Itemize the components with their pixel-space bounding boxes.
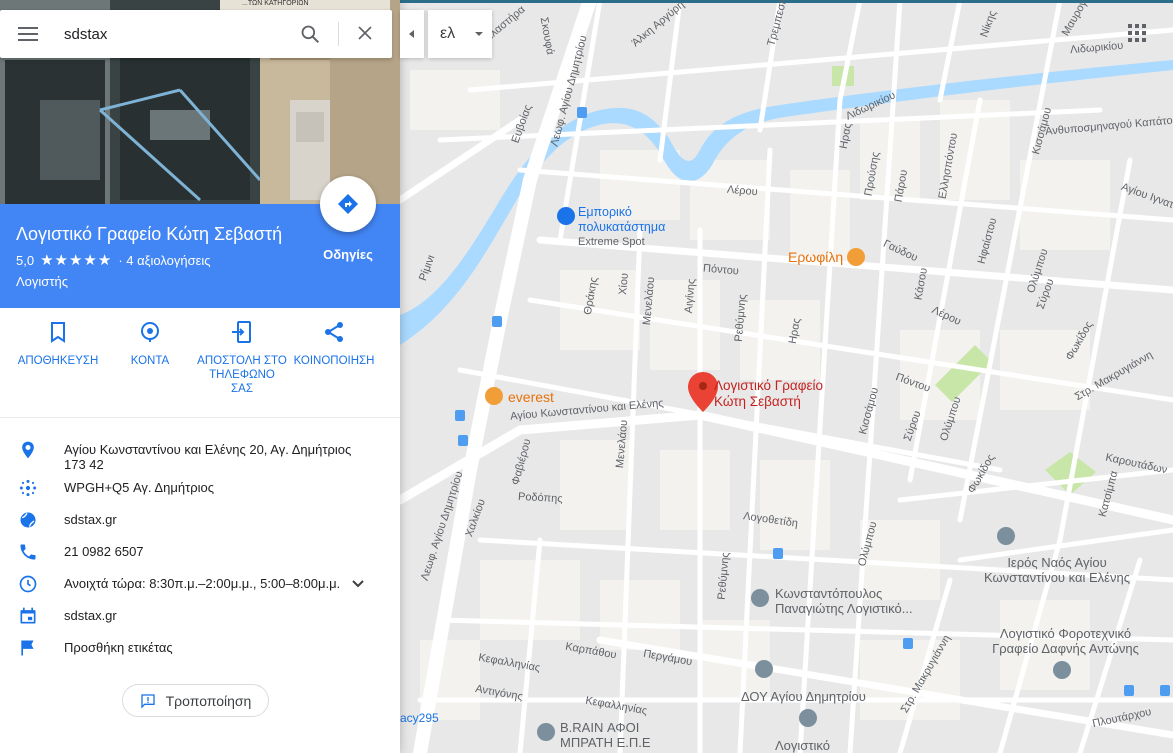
- poi-erofili-label[interactable]: Ερωφίλη: [788, 250, 843, 265]
- language-selector[interactable]: ελ: [428, 10, 492, 58]
- menu-link[interactable]: sdstax.gr: [64, 608, 117, 623]
- send-to-phone-icon: [232, 321, 251, 343]
- phone-icon: [20, 544, 36, 560]
- suggest-edit-label: Τροποποίηση: [165, 692, 252, 709]
- share-label: ΚΟΙΝΟΠΟΙΗΣΗ: [293, 355, 375, 367]
- search-input[interactable]: [64, 24, 284, 44]
- address-line2: 173 42: [64, 457, 104, 472]
- place-panel: ...ΤΩΝ ΚΑΤΗΓΟΡΙΩΝ Λογιστικό Γραφείο Κώτη…: [0, 0, 400, 753]
- search-divider: [338, 22, 339, 46]
- poi-logistiko-label[interactable]: Λογιστικό: [775, 738, 830, 753]
- hamburger-menu-icon[interactable]: [18, 26, 38, 42]
- nearby-label: ΚΟΝΤΑ: [130, 355, 170, 367]
- rating-row[interactable]: 5,0 ★★★★★ · 4 αξιολογήσεις: [16, 251, 211, 269]
- plus-code-icon: [19, 479, 37, 497]
- poi-brain-label[interactable]: B.RAIN ΑΦΟΙ ΜΠΡΑΤΗ Ε.Π.Ε: [560, 720, 651, 750]
- nearby-button[interactable]: ΚΟΝΤΑ: [105, 320, 195, 368]
- rating-value: 5,0: [16, 252, 35, 268]
- location-pin-icon: [22, 441, 34, 459]
- action-bar: ΑΠΟΘΗΚΕΥΣΗ ΚΟΝΤΑ ΑΠΟΣΤΟΛΗ ΣΤΟ ΤΗΛΕΦΩΝΟ Σ…: [0, 308, 400, 418]
- chevron-left-icon: [409, 30, 414, 38]
- poi-mall-label[interactable]: Εμπορικό πολυκατάστημα Extreme Spot: [578, 205, 665, 250]
- place-title: Λογιστικό Γραφείο Κώτη Σεβαστή: [16, 224, 283, 244]
- phone-number[interactable]: 21 0982 6507: [64, 544, 144, 559]
- directions-button[interactable]: [320, 176, 376, 232]
- street-label: Ροδόπης: [517, 490, 563, 506]
- bookmark-icon: [51, 322, 65, 343]
- send-to-phone-label: ΑΠΟΣΤΟΛΗ ΣΤΟ ΤΗΛΕΦΩΝΟ ΣΑΣ: [197, 355, 287, 395]
- close-icon[interactable]: [356, 24, 374, 42]
- collapse-panel-button[interactable]: [400, 10, 424, 58]
- poi-acy-label[interactable]: acy295: [400, 711, 439, 726]
- suggest-edit-button[interactable]: Τροποποίηση: [122, 684, 269, 717]
- website-link[interactable]: sdstax.gr: [64, 512, 117, 527]
- poi-doy-label[interactable]: ΔΟΥ Αγίου Δημητρίου: [741, 689, 866, 704]
- directions-icon: [338, 194, 358, 214]
- poi-konst-label[interactable]: Κωνσταντόπουλος Παναγιώτης Λογιστικό...: [775, 586, 913, 616]
- dropdown-arrow-icon: [475, 32, 483, 36]
- menu-row[interactable]: sdstax.gr: [0, 602, 400, 634]
- street-label: Λέρου: [726, 183, 759, 199]
- language-label: ελ: [440, 25, 456, 42]
- save-label: ΑΠΟΘΗΚΕΥΣΗ: [17, 355, 99, 367]
- calendar-icon: [20, 607, 36, 624]
- add-label-text: Προσθήκη ετικέτας: [64, 640, 173, 655]
- plus-code-text: WPGH+Q5 Αγ. Δημήτριος: [64, 480, 214, 495]
- search-icon[interactable]: [300, 24, 320, 44]
- address-row[interactable]: Αγίου Κωνσταντίνου και Ελένης 20, Αγ. Δη…: [0, 436, 400, 476]
- add-label-row[interactable]: Προσθήκη ετικέτας: [0, 634, 400, 666]
- poi-marker-label[interactable]: Λογιστικό Γραφείο Κώτη Σεβαστή: [714, 378, 823, 410]
- hours-row[interactable]: Ανοιχτά τώρα: 8:30π.μ.–2:00μ.μ., 5:00–8:…: [0, 570, 400, 602]
- globe-icon: [20, 512, 36, 528]
- send-to-phone-button[interactable]: ΑΠΟΣΤΟΛΗ ΣΤΟ ΤΗΛΕΦΩΝΟ ΣΑΣ: [197, 320, 287, 396]
- reviews-count-link[interactable]: · 4 αξιολογήσεις: [118, 253, 210, 268]
- flag-icon: [21, 640, 34, 656]
- apps-grid-icon[interactable]: [1128, 24, 1146, 47]
- place-category[interactable]: Λογιστής: [16, 274, 68, 289]
- star-rating-icon: ★★★★★: [40, 252, 113, 269]
- street-label: Χίου: [617, 272, 631, 296]
- feedback-icon: [140, 693, 155, 709]
- share-button[interactable]: ΚΟΙΝΟΠΟΙΗΣΗ: [289, 320, 379, 368]
- nearby-icon: [141, 322, 159, 342]
- directions-label: Οδηγίες: [323, 247, 373, 262]
- poi-dafni-label[interactable]: Λογιστικό Φοροτεχνικό Γραφείο Δαφνής Αντ…: [978, 626, 1153, 656]
- address-line1: Αγίου Κωνσταντίνου και Ελένης 20, Αγ. Δη…: [64, 442, 352, 457]
- poi-church-label[interactable]: Ιερός Ναός Αγίου Κωνσταντίνου και Ελένης: [957, 555, 1157, 585]
- plus-code-row[interactable]: WPGH+Q5 Αγ. Δημήτριος: [0, 474, 400, 506]
- save-button[interactable]: ΑΠΟΘΗΚΕΥΣΗ: [13, 320, 103, 368]
- hours-text: Ανοιχτά τώρα: 8:30π.μ.–2:00μ.μ., 5:00–8:…: [64, 576, 341, 591]
- poi-everest-label[interactable]: everest: [508, 390, 554, 405]
- photo-sign-text: ...ΤΩΝ ΚΑΤΗΓΟΡΙΩΝ: [242, 0, 309, 7]
- share-icon: [325, 322, 343, 342]
- website-row[interactable]: sdstax.gr: [0, 506, 400, 538]
- phone-row[interactable]: 21 0982 6507: [0, 538, 400, 570]
- chevron-down-icon[interactable]: [352, 580, 364, 588]
- search-box: [0, 10, 392, 58]
- clock-icon: [19, 575, 37, 593]
